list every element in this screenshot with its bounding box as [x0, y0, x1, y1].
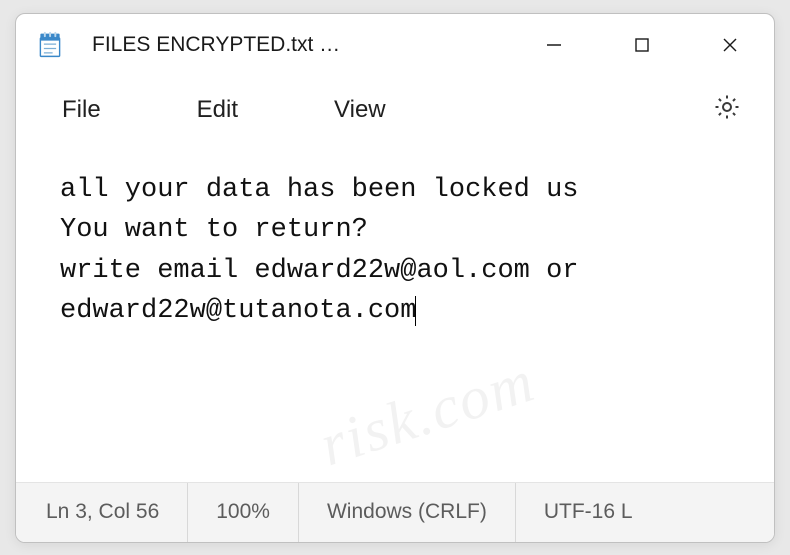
window-controls — [510, 14, 774, 76]
status-encoding[interactable]: UTF-16 L — [516, 483, 661, 542]
close-button[interactable] — [686, 14, 774, 76]
maximize-button[interactable] — [598, 14, 686, 76]
window-title: FILES ENCRYPTED.txt … — [92, 33, 510, 57]
titlebar: FILES ENCRYPTED.txt … — [16, 14, 774, 76]
notepad-icon — [36, 31, 64, 59]
menu-edit[interactable]: Edit — [171, 86, 264, 134]
settings-button[interactable] — [700, 84, 754, 135]
status-zoom[interactable]: 100% — [188, 483, 299, 542]
text-editor[interactable]: all your data has been locked us You wan… — [16, 144, 774, 482]
notepad-window: FILES ENCRYPTED.txt … File Edit View all… — [15, 13, 775, 543]
menu-view[interactable]: View — [308, 86, 412, 134]
text-caret — [415, 296, 416, 326]
status-line-ending[interactable]: Windows (CRLF) — [299, 483, 516, 542]
menu-file[interactable]: File — [36, 86, 127, 134]
statusbar: Ln 3, Col 56 100% Windows (CRLF) UTF-16 … — [16, 482, 774, 542]
editor-content: all your data has been locked us You wan… — [60, 175, 595, 327]
status-position[interactable]: Ln 3, Col 56 — [46, 483, 188, 542]
menubar: File Edit View — [16, 76, 774, 144]
minimize-button[interactable] — [510, 14, 598, 76]
